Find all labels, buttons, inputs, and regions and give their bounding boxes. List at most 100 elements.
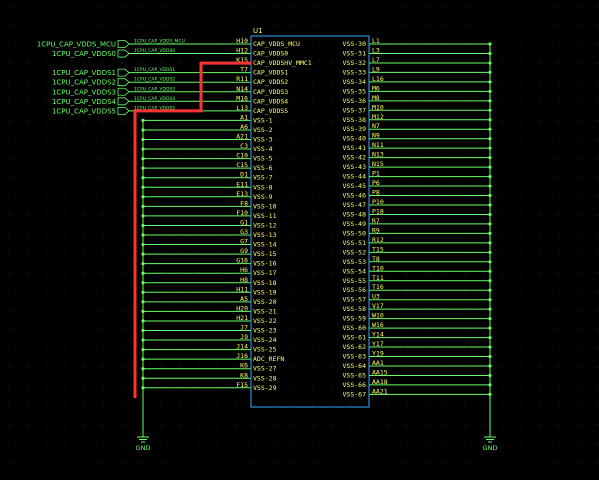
grid-dot (521, 196, 522, 197)
grid-dot (521, 120, 522, 121)
grid-dot (483, 215, 484, 216)
grid-dot (293, 139, 294, 140)
grid-dot (46, 120, 47, 121)
wire-net-label: 1CPU_CAP_VDDS2 (134, 77, 175, 83)
grid-dot (84, 253, 85, 254)
grid-dot (65, 25, 66, 26)
grid-dot (597, 253, 598, 254)
pin-number: T16 (372, 283, 384, 291)
pin-name: VSS-37 (343, 106, 367, 114)
grid-dot (502, 329, 503, 330)
grid-dot (27, 272, 28, 273)
grid-dot (483, 177, 484, 178)
pin-name: VSS-5 (253, 155, 273, 163)
grid-dot (521, 462, 522, 463)
grid-dot (426, 196, 427, 197)
grid-dot (217, 272, 218, 273)
grid-dot (293, 215, 294, 216)
pin-name: VSS-64 (343, 362, 367, 370)
pin-number: J14 (236, 343, 248, 351)
grid-dot (521, 177, 522, 178)
grid-dot (426, 253, 427, 254)
grid-dot (217, 405, 218, 406)
grid-dot (521, 215, 522, 216)
grid-dot (103, 25, 104, 26)
grid-dot (160, 386, 161, 387)
grid-dot (312, 139, 313, 140)
grid-dot (578, 44, 579, 45)
grid-dot (540, 348, 541, 349)
grid-dot (597, 120, 598, 121)
pin-name: VSS-61 (343, 334, 367, 342)
grid-dot (445, 348, 446, 349)
grid-dot (122, 6, 123, 7)
grid-dot (350, 462, 351, 463)
grid-dot (540, 25, 541, 26)
junction-dot (141, 262, 145, 266)
grid-dot (559, 405, 560, 406)
pin-number: L16 (372, 75, 384, 83)
grid-dot (122, 139, 123, 140)
grid-dot (540, 234, 541, 235)
grid-dot (46, 424, 47, 425)
grid-dot (426, 462, 427, 463)
junction-dot (141, 118, 145, 122)
grid-dot (464, 405, 465, 406)
grid-dot (464, 443, 465, 444)
grid-dot (293, 405, 294, 406)
schematic-canvas[interactable]: U1H10 CAP_VDDS_MCUH12 CAP_VDDS0K15 CAP_VDDS… (0, 0, 599, 480)
grid-dot (483, 291, 484, 292)
grid-dot (388, 462, 389, 463)
junction-dot (488, 383, 492, 387)
grid-dot (521, 367, 522, 368)
junction-dot (488, 203, 492, 207)
grid-dot (597, 101, 598, 102)
junction-dot (141, 176, 145, 180)
grid-dot (407, 310, 408, 311)
pin-name: VSS-34 (343, 78, 367, 86)
grid-dot (578, 6, 579, 7)
grid-dot (217, 310, 218, 311)
offpage-label: 1CPU_CAP_VDDS0 (52, 50, 116, 58)
grid-dot (540, 158, 541, 159)
grid-dot (597, 215, 598, 216)
pin-name: VSS-60 (343, 324, 367, 332)
grid-dot (198, 291, 199, 292)
grid-dot (426, 215, 427, 216)
grid-dot (578, 272, 579, 273)
grid-dot (46, 310, 47, 311)
grid-dot (217, 386, 218, 387)
pin-name: VSS-8 (253, 183, 273, 191)
grid-dot (122, 25, 123, 26)
grid-dot (141, 424, 142, 425)
grid-dot (293, 253, 294, 254)
grid-dot (293, 234, 294, 235)
grid-dot (502, 234, 503, 235)
grid-dot (559, 6, 560, 7)
grid-dot (27, 44, 28, 45)
pin-number: J7 (240, 324, 248, 332)
grid-dot (103, 253, 104, 254)
grid-dot (464, 25, 465, 26)
grid-dot (122, 234, 123, 235)
pin-name: VSS-35 (343, 87, 367, 95)
grid-dot (179, 329, 180, 330)
ground-symbols: GND GND (136, 436, 497, 452)
junction-dot (488, 354, 492, 359)
offpage-connector-icon (117, 68, 130, 77)
pin-number: R7 (372, 217, 380, 225)
grid-dot (27, 462, 28, 463)
grid-dot (103, 215, 104, 216)
grid-dot (274, 158, 275, 159)
grid-dot (8, 462, 9, 463)
grid-dot (407, 196, 408, 197)
grid-dot (103, 424, 104, 425)
pin-number: A1 (240, 113, 248, 121)
grid-dot (179, 310, 180, 311)
grid-dot (46, 234, 47, 235)
pin-number: N13 (372, 151, 384, 159)
pin-number: E13 (236, 190, 248, 198)
grid-dot (65, 272, 66, 273)
u1-component[interactable]: U1H10 CAP_VDDS_MCUH12 CAP_VDDS0K15 CAP_VDDS… (236, 27, 388, 408)
grid-dot (217, 291, 218, 292)
